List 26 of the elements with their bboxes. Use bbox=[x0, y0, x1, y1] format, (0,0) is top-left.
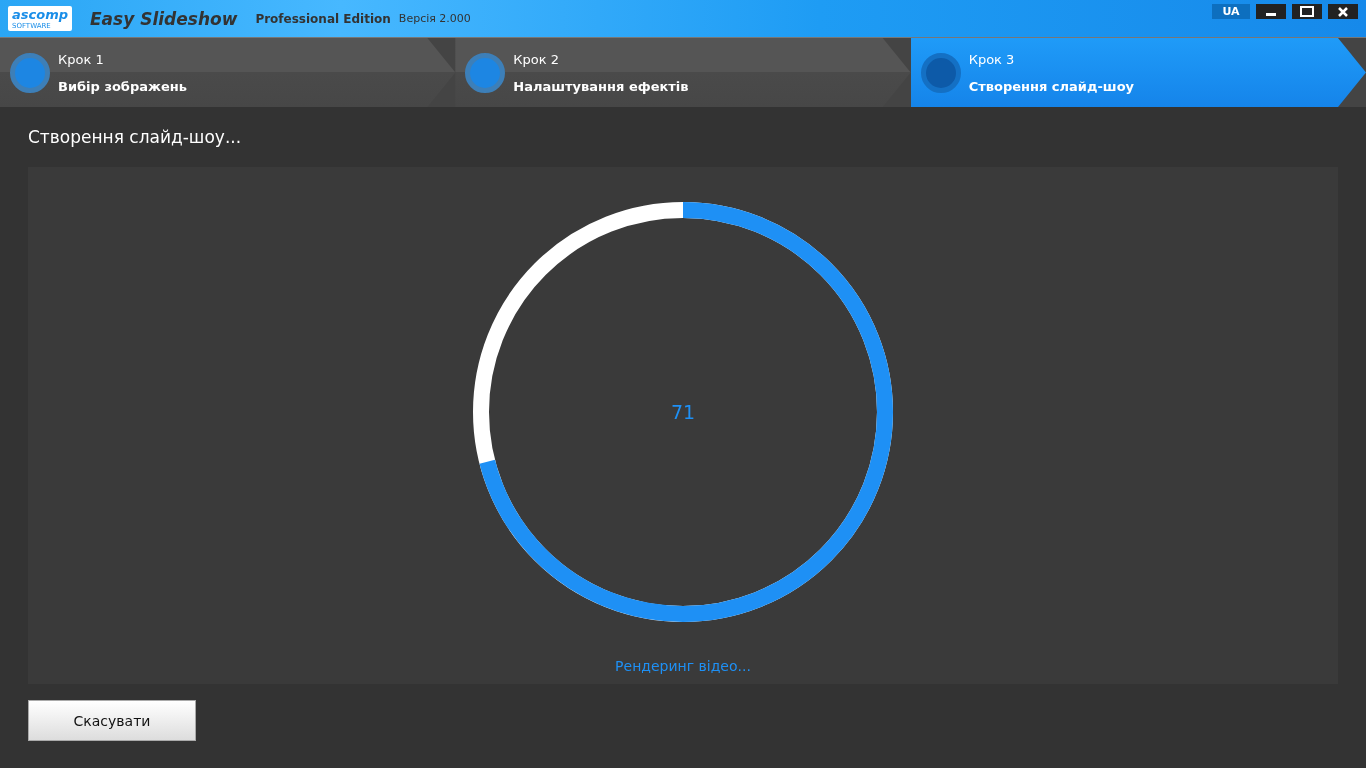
progress-value: 71 bbox=[670, 401, 696, 423]
step-tab[interactable]: Крок 3 Створення слайд-шоу bbox=[910, 38, 1366, 107]
version-label: Версія 2.000 bbox=[398, 12, 471, 25]
language-button[interactable]: UA bbox=[1212, 4, 1250, 19]
step-number: Крок 1 bbox=[58, 51, 105, 67]
step-number: Крок 2 bbox=[513, 51, 561, 67]
app-title: Easy Slideshow bbox=[90, 8, 238, 29]
step-label: Створення слайд-шоу bbox=[968, 78, 1135, 94]
minimize-icon bbox=[1266, 13, 1276, 16]
step-tab[interactable]: Крок 2 Налаштування ефектів bbox=[455, 38, 911, 107]
step-label: Налаштування ефектів bbox=[513, 78, 689, 94]
cancel-button[interactable]: Скасувати bbox=[28, 700, 196, 741]
maximize-button[interactable] bbox=[1292, 4, 1322, 19]
step-tab[interactable]: Крок 1 Вибір зображень bbox=[0, 38, 456, 107]
maximize-icon bbox=[1300, 6, 1314, 17]
minimize-button[interactable] bbox=[1256, 4, 1286, 19]
close-button[interactable] bbox=[1328, 4, 1358, 19]
step-dot-icon bbox=[465, 52, 506, 93]
page-heading: Створення слайд-шоу... bbox=[28, 127, 243, 147]
close-icon bbox=[1337, 5, 1349, 18]
step-number: Крок 3 bbox=[968, 51, 1016, 67]
step-label: Вибір зображень bbox=[58, 78, 187, 94]
status-text: Рендеринг відео... bbox=[615, 658, 751, 674]
step-dot-icon bbox=[920, 52, 961, 93]
step-dot-icon bbox=[10, 52, 50, 93]
edition-label: Professional Edition bbox=[255, 11, 391, 26]
